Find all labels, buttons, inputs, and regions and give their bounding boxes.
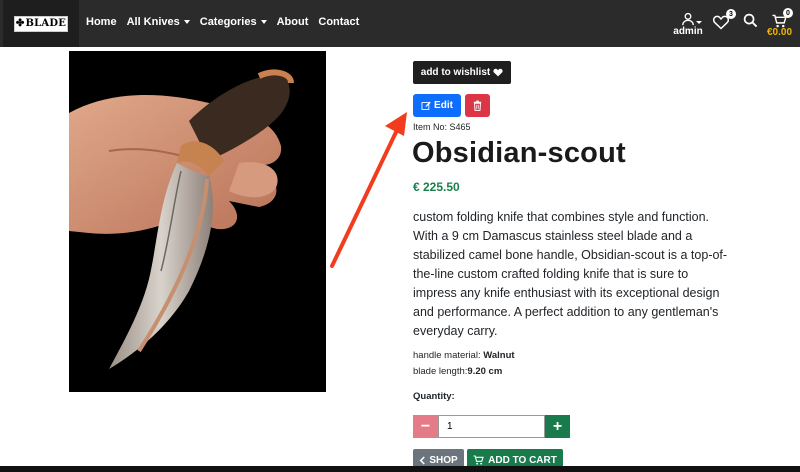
user-name: admin xyxy=(673,26,703,37)
user-menu[interactable]: admin xyxy=(670,12,706,42)
cart-icon xyxy=(473,455,484,465)
search-icon xyxy=(743,13,758,28)
quantity-decrease-button[interactable]: − xyxy=(413,415,438,438)
brand-logo[interactable]: ✤ BLADE xyxy=(3,0,79,47)
item-number: Item No: S465 xyxy=(413,122,471,132)
knife-photo xyxy=(69,51,326,392)
pencil-icon xyxy=(421,101,431,110)
delete-button[interactable] xyxy=(465,94,490,117)
brand-emblem-icon: ✤ xyxy=(15,18,25,29)
heart-icon xyxy=(493,68,503,77)
search-button[interactable] xyxy=(743,13,758,33)
nav-all-knives-label: All Knives xyxy=(126,15,180,28)
product-image xyxy=(69,51,326,392)
wishlist-link[interactable]: 3 xyxy=(713,9,736,30)
product-title: Obsidian-scout xyxy=(412,137,626,169)
spec-handle-label: handle material: xyxy=(413,350,484,361)
wishlist-count-badge: 3 xyxy=(726,9,736,19)
user-icon xyxy=(682,12,694,26)
brand-text: BLADE xyxy=(25,18,67,29)
quantity-stepper: − 1 + xyxy=(413,415,570,438)
nav-about[interactable]: About xyxy=(277,16,309,28)
cart-total: €0.00 xyxy=(767,27,793,38)
nav-categories-label: Categories xyxy=(199,15,257,28)
chevron-down-icon xyxy=(260,19,267,24)
add-to-wishlist-label: add to wishlist xyxy=(420,67,491,78)
nav-about-label: About xyxy=(276,15,309,28)
cart-count-badge: 0 xyxy=(783,8,793,18)
add-to-wishlist-button[interactable]: add to wishlist xyxy=(413,61,511,84)
add-to-cart-label: ADD TO CART xyxy=(488,454,557,466)
brand-logo-box: ✤ BLADE xyxy=(14,15,68,32)
product-price: € 225.50 xyxy=(413,180,460,194)
quantity-increase-button[interactable]: + xyxy=(545,415,570,438)
nav-all-knives[interactable]: All Knives xyxy=(127,16,190,28)
edit-button[interactable]: Edit xyxy=(413,94,461,117)
bottom-bar xyxy=(0,466,800,472)
spec-blade-value: 9.20 cm xyxy=(467,366,503,377)
product-description: custom folding knife that combines style… xyxy=(413,210,728,338)
main-nav: Home All Knives Categories About Contact xyxy=(86,0,369,43)
trash-icon xyxy=(473,100,482,111)
top-navbar: ✤ BLADE Home All Knives Categories About … xyxy=(0,0,800,47)
spec-blade-label: blade length: xyxy=(413,366,468,377)
nav-contact-label: Contact xyxy=(318,15,360,28)
chevron-left-icon xyxy=(419,455,426,465)
nav-categories[interactable]: Categories xyxy=(200,16,267,28)
nav-home[interactable]: Home xyxy=(86,16,117,28)
nav-contact[interactable]: Contact xyxy=(318,16,359,28)
spec-handle-material: handle material: Walnut xyxy=(413,350,515,361)
chevron-down-icon xyxy=(696,21,702,24)
spec-handle-value: Walnut xyxy=(483,350,515,361)
quantity-input[interactable]: 1 xyxy=(438,415,545,438)
spec-blade-length: blade length:9.20 cm xyxy=(413,366,502,377)
nav-home-label: Home xyxy=(86,15,117,28)
shop-label: SHOP xyxy=(429,454,458,466)
chevron-down-icon xyxy=(183,19,190,24)
edit-label: Edit xyxy=(434,100,453,111)
quantity-label: Quantity: xyxy=(413,391,455,402)
